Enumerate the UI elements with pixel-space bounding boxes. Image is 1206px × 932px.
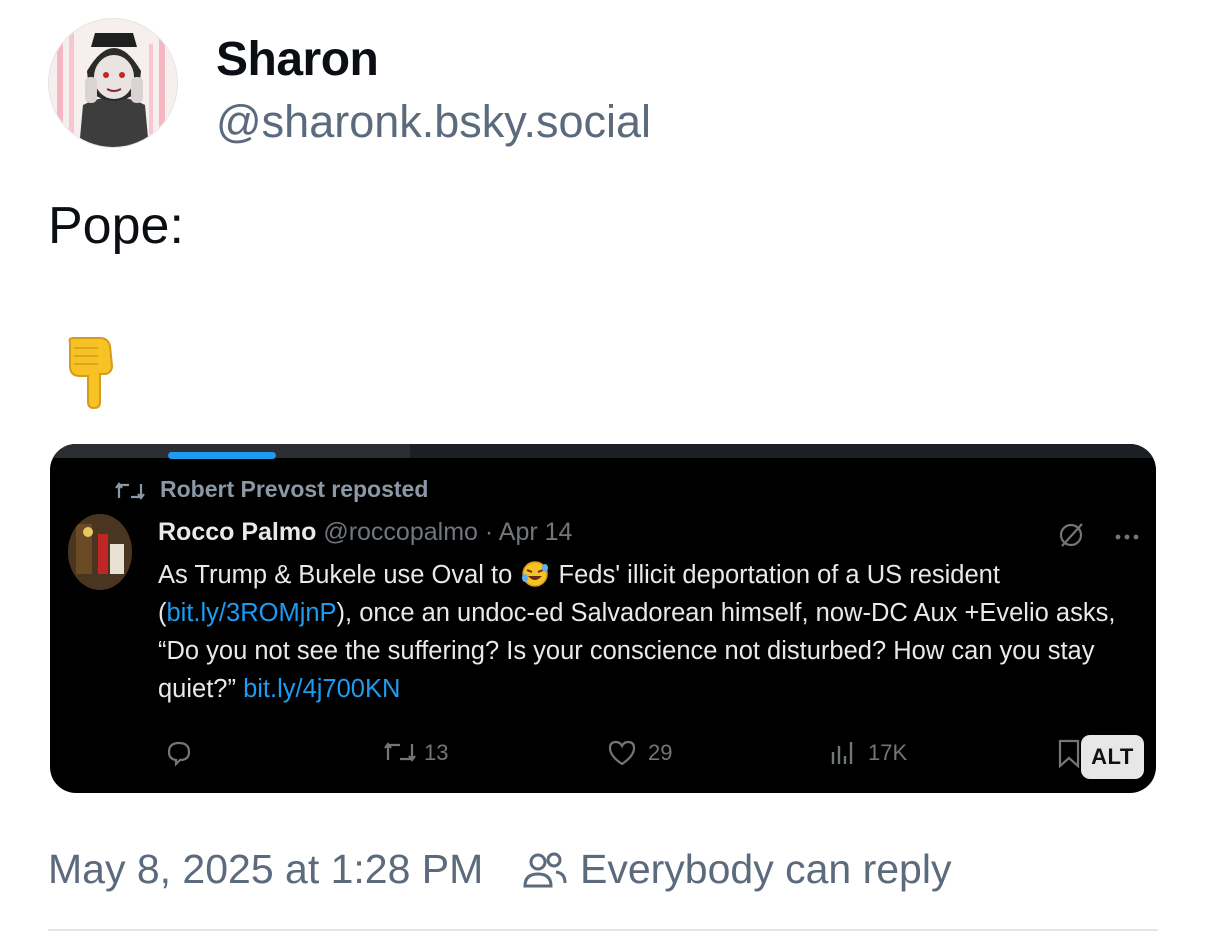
grok-icon (1056, 520, 1086, 555)
views-icon (831, 742, 853, 764)
people-icon (522, 850, 568, 902)
like-count: 29 (648, 740, 673, 765)
inner-post-text: As Trump & Bukele use Oval to Feds' illi… (158, 556, 1138, 708)
repost-label: Robert Prevost reposted (160, 476, 429, 502)
inner-link-2: bit.ly/4j700KN (243, 675, 401, 703)
alt-text-badge[interactable]: ALT (1081, 735, 1144, 779)
post-text: Pope: (48, 197, 184, 255)
author-name[interactable]: Sharon (216, 32, 379, 87)
bookmark-icon (1058, 739, 1080, 769)
inner-post-header: Rocco Palmo @roccopalmo · Apr 14 (158, 518, 572, 547)
post-footer: May 8, 2025 at 1:28 PM Everybody can rep… (48, 840, 1148, 900)
inner-author-handle: @roccopalmo (323, 518, 478, 546)
post-timestamp: May 8, 2025 at 1:28 PM (48, 846, 484, 892)
repost-icon (384, 742, 416, 762)
inner-author-name: Rocco Palmo (158, 518, 317, 546)
rofl-emoji (519, 560, 551, 588)
post-header: Sharon @sharonk.bsky.social (48, 18, 848, 152)
inner-link-1: bit.ly/3ROMjnP (166, 599, 337, 627)
author-avatar[interactable] (48, 18, 178, 148)
screenshot-tab-indicator (168, 452, 276, 459)
repost-icon (115, 482, 145, 500)
views-count: 17K (868, 740, 908, 765)
inner-text-part-1: As Trump & Bukele use Oval to (158, 561, 520, 589)
screenshot-top-bar (50, 444, 1156, 459)
reply-icon (167, 741, 191, 767)
reply-setting[interactable]: Everybody can reply (580, 846, 951, 893)
author-handle[interactable]: @sharonk.bsky.social (216, 96, 651, 148)
divider (48, 929, 1158, 931)
pointing-down-emoji (64, 336, 120, 410)
heart-icon (608, 740, 636, 766)
more-options-icon (1114, 528, 1140, 546)
embedded-image[interactable]: Robert Prevost reposted Rocco Palmo @roc… (50, 444, 1156, 793)
inner-avatar (68, 514, 132, 590)
inner-date: Apr 14 (498, 518, 573, 546)
inner-separator: · (484, 518, 494, 546)
repost-count: 13 (424, 740, 449, 765)
